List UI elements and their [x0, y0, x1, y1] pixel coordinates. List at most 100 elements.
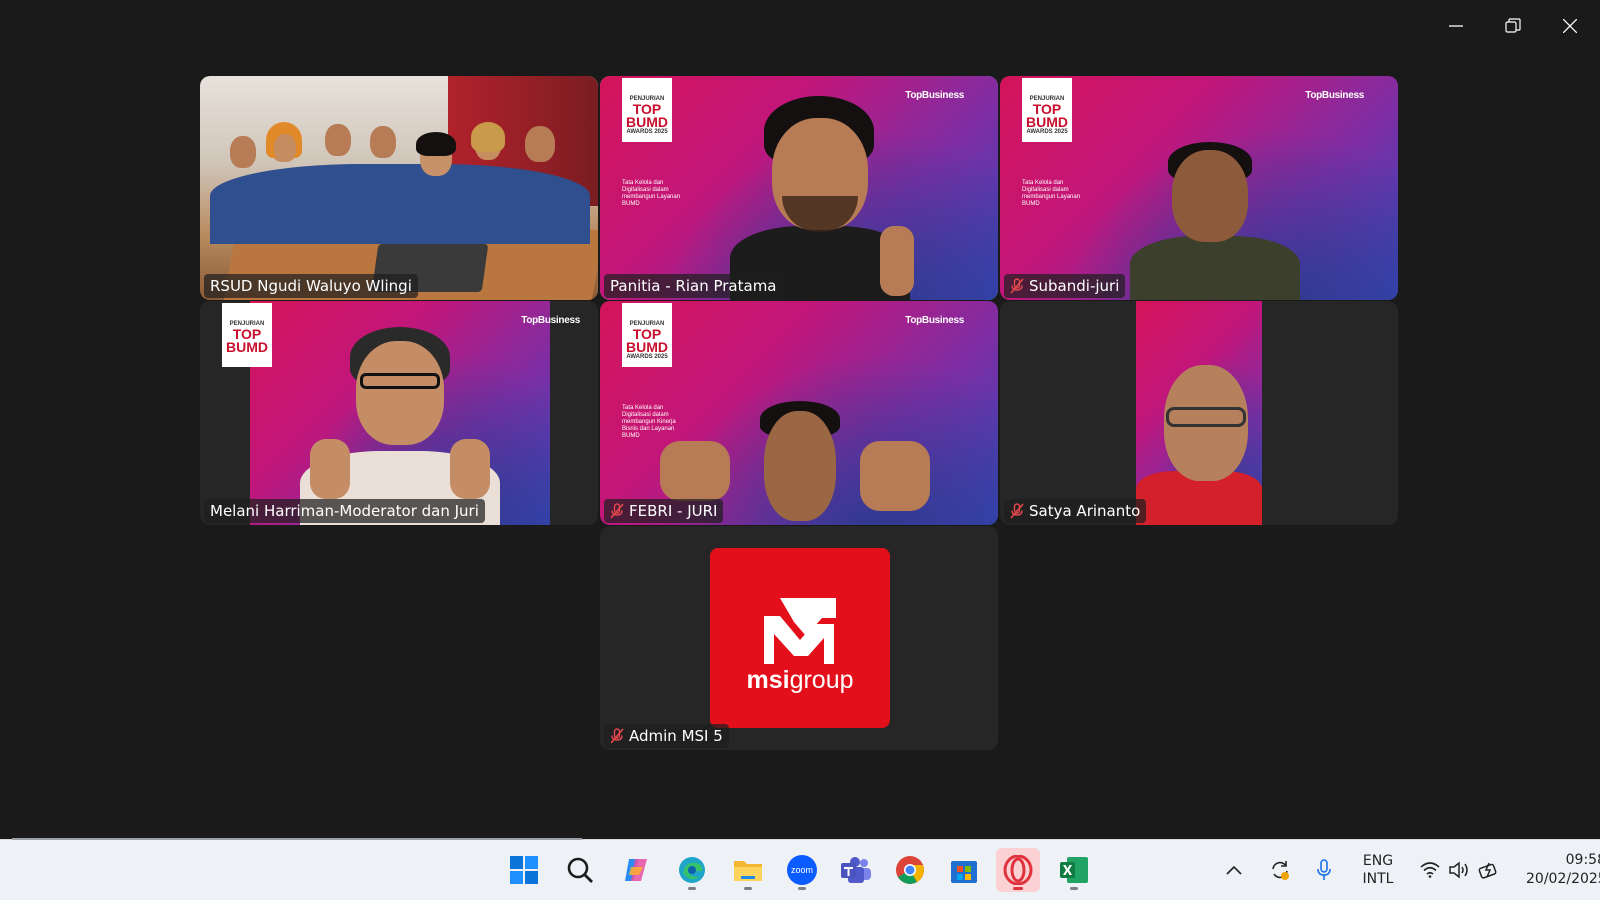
copilot-button[interactable]	[614, 848, 658, 892]
thumb-up-shape	[860, 441, 930, 511]
zoom-button[interactable]: zoom	[780, 848, 824, 892]
thumb-up-shape	[660, 441, 730, 501]
top-bumd-banner: PENJURIAN TOP BUMD AWARDS 2025	[622, 78, 672, 142]
chevron-up-icon	[1226, 865, 1242, 875]
thumb-up-shape	[880, 226, 914, 296]
file-explorer-button[interactable]	[726, 848, 770, 892]
clock[interactable]: 09:58 20/02/2025	[1526, 851, 1600, 889]
top-bumd-banner: PENJURIAN TOP BUMD AWARDS 2025	[1022, 78, 1072, 142]
start-button[interactable]	[502, 848, 546, 892]
banner-tagline: Tata Kelola dan Digitalisasi dalam memba…	[1022, 180, 1081, 207]
participant-tile[interactable]: PENJURIAN TOP BUMD TopBusiness Melani Ha…	[200, 301, 598, 525]
participant-video: PENJURIAN TOP BUMD AWARDS 2025 Tata Kelo…	[600, 76, 998, 300]
close-button[interactable]	[1542, 0, 1598, 52]
participant-person	[1130, 136, 1300, 300]
participant-video	[200, 76, 598, 300]
search-icon	[567, 857, 593, 883]
participant-name-label: RSUD Ngudi Waluyo Wlingi	[204, 274, 418, 298]
participant-video: PENJURIAN TOP BUMD TopBusiness	[222, 301, 580, 525]
msigroup-logo-text: msigroup	[746, 666, 854, 694]
app-running-indicator	[1070, 887, 1078, 890]
system-tray: ENG INTL 09:58 20/02/2025	[1222, 840, 1600, 900]
thumb-up-shape	[450, 439, 490, 499]
participant-name: FEBRI - JURI	[629, 502, 718, 520]
topbusiness-logo: TopBusiness	[521, 315, 580, 326]
participant-tile-active-speaker[interactable]: PENJURIAN TOP BUMD AWARDS 2025 Tata Kelo…	[600, 76, 998, 300]
group-of-people	[210, 122, 590, 244]
battery-charging-icon	[1478, 862, 1497, 879]
participant-name: RSUD Ngudi Waluyo Wlingi	[210, 277, 412, 295]
close-icon	[1563, 19, 1577, 33]
minimize-button[interactable]	[1428, 0, 1484, 52]
keyboard-layout: INTL	[1362, 871, 1394, 887]
copilot-icon	[625, 859, 647, 881]
teams-icon	[841, 857, 871, 883]
quick-settings-button[interactable]	[1420, 861, 1500, 879]
top-bumd-banner: PENJURIAN TOP BUMD AWARDS 2025	[622, 303, 672, 367]
msigroup-logo-mark	[764, 598, 836, 664]
windows-start-icon	[510, 856, 538, 884]
participant-name: Melani Harriman-Moderator dan Juri	[210, 502, 479, 520]
participant-name: Panitia - Rian Pratama	[610, 277, 777, 295]
mic-muted-icon	[1010, 278, 1024, 294]
participant-name-label: Panitia - Rian Pratama	[604, 274, 783, 298]
participant-name: Admin MSI 5	[629, 727, 723, 745]
participant-person	[1136, 361, 1262, 525]
sync-status-button[interactable]	[1260, 859, 1300, 881]
participant-video: PENJURIAN TOP BUMD AWARDS 2025 Tata Kelo…	[600, 301, 998, 525]
teams-button[interactable]	[834, 848, 878, 892]
app-running-indicator	[688, 887, 696, 890]
restore-icon	[1505, 18, 1521, 33]
wifi-icon	[1420, 862, 1440, 878]
clock-time: 09:58	[1565, 852, 1600, 868]
participant-name-label: Satya Arinanto	[1004, 499, 1147, 523]
topbusiness-logo: TopBusiness	[905, 315, 964, 326]
msigroup-logo-tile: msigroup	[710, 548, 890, 728]
glasses-shape	[1166, 407, 1246, 427]
clock-date: 20/02/2025	[1526, 871, 1600, 887]
participant-person	[300, 321, 500, 525]
microphone-icon	[1317, 859, 1331, 880]
participant-name-label: Melani Harriman-Moderator dan Juri	[204, 499, 485, 523]
edge-icon	[679, 857, 705, 883]
microsoft-store-button[interactable]	[942, 848, 986, 892]
participant-tile[interactable]: PENJURIAN TOP BUMD AWARDS 2025 Tata Kelo…	[1000, 76, 1398, 300]
search-button[interactable]	[558, 848, 602, 892]
participant-tile[interactable]: Satya Arinanto	[1000, 301, 1398, 525]
language-indicator[interactable]: ENG INTL	[1354, 852, 1402, 888]
taskbar-top-line	[12, 838, 582, 840]
microphone-button[interactable]	[1304, 859, 1344, 881]
speaker-person	[720, 86, 920, 300]
edge-button[interactable]	[670, 848, 714, 892]
glasses-shape	[360, 373, 440, 389]
participant-tile[interactable]: RSUD Ngudi Waluyo Wlingi	[200, 76, 598, 300]
excel-icon	[1060, 857, 1088, 883]
participant-name: Subandi-juri	[1029, 277, 1120, 295]
language-code: ENG	[1362, 853, 1394, 869]
excel-button[interactable]	[1052, 848, 1096, 892]
chrome-button[interactable]	[888, 848, 932, 892]
participant-video: PENJURIAN TOP BUMD AWARDS 2025 Tata Kelo…	[1000, 76, 1398, 300]
volume-icon	[1449, 861, 1468, 879]
opera-button[interactable]	[996, 848, 1040, 892]
thumb-up-shape	[310, 439, 350, 499]
opera-icon	[1003, 855, 1033, 885]
app-running-indicator	[744, 887, 752, 890]
app-running-indicator	[1013, 887, 1023, 890]
participant-tile[interactable]: msigroup Admin MSI 5	[600, 526, 998, 750]
participant-name-label: Subandi-juri	[1004, 274, 1126, 298]
participant-name-label: Admin MSI 5	[604, 724, 729, 748]
participant-tile[interactable]: PENJURIAN TOP BUMD AWARDS 2025 Tata Kelo…	[600, 301, 998, 525]
show-hidden-icons-button[interactable]	[1222, 865, 1246, 875]
participant-name-label: FEBRI - JURI	[604, 499, 724, 523]
restore-button[interactable]	[1485, 0, 1541, 52]
app-running-indicator	[798, 887, 806, 890]
participant-name: Satya Arinanto	[1029, 502, 1141, 520]
windows-taskbar: zoom ENG INTL 09:5 20/02/2025	[0, 838, 1600, 900]
zoom-icon: zoom	[787, 855, 817, 885]
file-explorer-icon	[734, 861, 762, 881]
sync-icon	[1272, 861, 1289, 880]
minimize-icon	[1449, 25, 1463, 27]
mic-muted-icon	[1010, 503, 1024, 519]
banner-tagline: Tata Kelola dan Digitalisasi dalam memba…	[622, 180, 681, 207]
